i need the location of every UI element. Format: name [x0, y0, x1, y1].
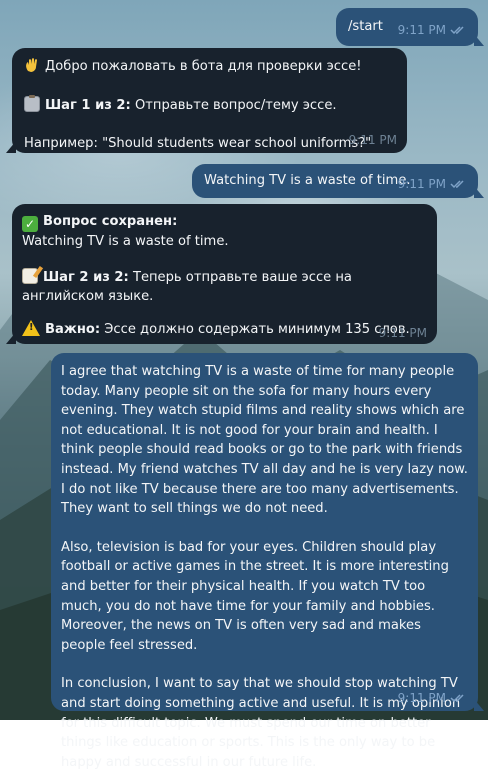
message-time: 9:11 PM: [397, 691, 446, 705]
outgoing-message-start[interactable]: /start 9:11 PM: [336, 8, 478, 46]
welcome-text: Добро пожаловать в бота для проверки эсс…: [45, 59, 362, 74]
saved-line: ✓ Вопрос сохранен:: [22, 212, 427, 232]
message-meta: 9:11 PM: [398, 177, 468, 191]
important-line: ! Важно: Эссе должно содержать минимум 13…: [22, 319, 427, 340]
double-check-icon: [450, 26, 464, 35]
saved-topic: Watching TV is a waste of time.: [22, 234, 229, 249]
step-label: Шаг 1 из 2:: [45, 97, 131, 113]
important-label: Важно:: [45, 321, 101, 337]
welcome-line: Добро пожаловать в бота для проверки эсс…: [24, 57, 395, 77]
message-meta: 9:11 PM: [379, 326, 427, 340]
message-meta: 9:11 PM: [349, 133, 397, 147]
message-meta: 9:11 PM: [398, 23, 468, 37]
incoming-message-saved[interactable]: ✓ Вопрос сохранен: Watching TV is a waste…: [12, 204, 437, 344]
message-time: 9:11 PM: [397, 23, 446, 37]
message-time: 9:11 PM: [378, 326, 427, 340]
double-check-icon: [450, 694, 464, 703]
check-mark-icon: ✓: [22, 216, 38, 232]
saved-label: Вопрос сохранен:: [43, 214, 178, 229]
outgoing-message-essay[interactable]: I agree that watching TV is a waste of t…: [51, 353, 478, 770]
step-line: Шаг 1 из 2: Отправьте вопрос/тему эссе.: [24, 94, 395, 116]
memo-icon: [22, 267, 38, 284]
essay-paragraph-1: I agree that watching TV is a waste of t…: [61, 364, 468, 517]
waving-hand-icon: [24, 57, 40, 73]
outgoing-message-topic[interactable]: Watching TV is a waste of time. 9:11 PM: [192, 164, 478, 198]
step-label: Шаг 2 из 2:: [43, 269, 129, 285]
double-check-icon: [450, 180, 464, 189]
message-time: 9:11 PM: [397, 177, 446, 191]
warning-icon: !: [22, 319, 40, 336]
message-meta: 9:11 PM: [398, 691, 468, 705]
incoming-message-welcome[interactable]: Добро пожаловать в бота для проверки эсс…: [12, 48, 407, 153]
message-time: 9:11 PM: [348, 133, 397, 147]
step-line: Шаг 2 из 2: Теперь отправьте ваше эссе н…: [22, 267, 427, 307]
clipboard-icon: [24, 94, 40, 112]
important-text: Эссе должно содержать минимум 135 слов.: [100, 321, 410, 337]
step-text: Отправьте вопрос/тему эссе.: [130, 97, 337, 113]
example-text: Например: "Should students wear school u…: [24, 136, 372, 152]
essay-paragraph-2: Also, television is bad for your eyes. C…: [61, 539, 449, 653]
essay-paragraph-3: In conclusion, I want to say that we sho…: [61, 676, 461, 770]
